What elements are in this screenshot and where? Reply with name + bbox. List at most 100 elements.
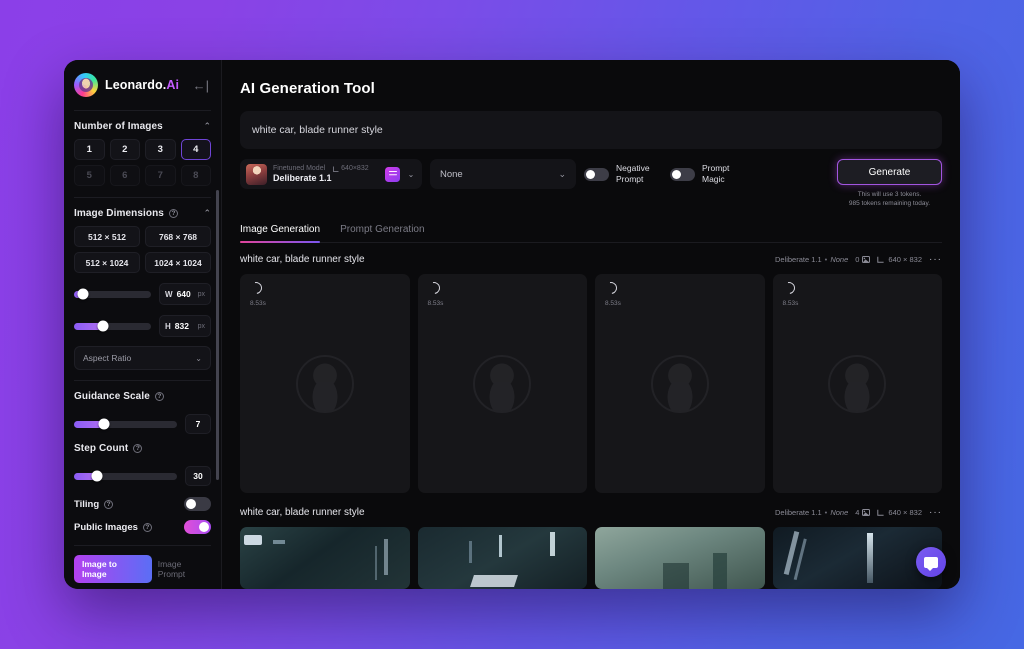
guidance-scale-title: Guidance Scale: [74, 391, 150, 402]
result-model-name-2: Deliberate 1.1: [775, 508, 822, 517]
model-meta: Finetuned Model 640×832 Deliberate 1.1: [273, 165, 369, 183]
result-thumbnail[interactable]: [240, 527, 410, 589]
collapse-left-icon[interactable]: ←|: [191, 76, 211, 95]
generate-button[interactable]: Generate: [837, 159, 942, 185]
public-images-toggle[interactable]: [184, 520, 211, 534]
tiling-label: Tiling: [74, 499, 99, 510]
guidance-scale-slider[interactable]: [74, 421, 177, 428]
num-images-option-2[interactable]: 2: [110, 139, 141, 160]
step-count-row: 30: [64, 466, 221, 486]
leonardo-watermark-icon: [651, 355, 709, 413]
result-dimensions-text-1: 640 × 832: [888, 255, 922, 264]
result-meta-2: Deliberate 1.1 • None 4 640 × 832 ···: [775, 507, 942, 518]
height-slider-row: H 832 px: [64, 315, 221, 337]
image-dimensions-header[interactable]: Image Dimensions ? ⌃: [64, 198, 221, 226]
preset-select-value: None: [440, 169, 463, 180]
height-value-box[interactable]: H 832 px: [159, 315, 211, 337]
prompt-magic-group: Prompt Magic: [670, 159, 748, 189]
chevron-up-icon[interactable]: ⌃: [203, 209, 211, 218]
width-label: W: [165, 290, 173, 299]
prompt-input[interactable]: white car, blade runner style: [240, 111, 942, 149]
negative-prompt-group: Negative Prompt: [584, 159, 662, 189]
more-options-icon[interactable]: ···: [929, 507, 942, 518]
image-count-icon: [862, 509, 870, 516]
image-dimensions-title: Image Dimensions: [74, 208, 164, 219]
generation-card[interactable]: 8.53s: [418, 274, 588, 493]
num-images-option-3[interactable]: 3: [145, 139, 176, 160]
chevron-down-icon[interactable]: ⌄: [406, 170, 416, 179]
prompt-magic-toggle[interactable]: [670, 168, 695, 181]
width-value-box[interactable]: W 640 px: [159, 283, 211, 305]
dimensions-icon: [333, 166, 339, 172]
prompt-input-value: white car, blade runner style: [252, 124, 383, 136]
model-selector[interactable]: Finetuned Model 640×832 Deliberate 1.1 ⌄: [240, 159, 422, 189]
result-thumbnail[interactable]: [595, 527, 765, 589]
result-meta-1: Deliberate 1.1 • None 0 640 × 832 ···: [775, 254, 942, 265]
result-thumbnail[interactable]: [418, 527, 588, 589]
step-count-title: Step Count: [74, 443, 128, 454]
prompt-magic-label: Prompt Magic: [702, 163, 748, 185]
more-options-icon[interactable]: ···: [929, 254, 942, 265]
number-of-images-header[interactable]: Number of Images ⌃: [64, 111, 221, 139]
help-circle-icon[interactable]: ?: [169, 209, 178, 218]
width-unit: px: [198, 291, 205, 298]
tiling-toggle[interactable]: [184, 497, 211, 511]
generation-card[interactable]: 8.53s: [240, 274, 410, 493]
generation-card[interactable]: 8.53s: [773, 274, 943, 493]
tab-prompt-generation[interactable]: Prompt Generation: [340, 224, 425, 242]
num-images-option-8[interactable]: 8: [181, 165, 212, 186]
dimension-preset-512x512[interactable]: 512 × 512: [74, 226, 140, 247]
result-count-value-2: 4: [855, 508, 859, 517]
tab-image-prompt[interactable]: Image Prompt: [158, 559, 211, 579]
help-circle-icon[interactable]: ?: [104, 500, 113, 509]
dimensions-icon: [877, 509, 885, 516]
public-images-label: Public Images: [74, 522, 138, 533]
tab-image-to-image[interactable]: Image to Image: [74, 555, 152, 583]
image-input-tabs: Image to Image Image Prompt: [64, 546, 221, 583]
card-timer: 8.53s: [605, 300, 621, 307]
loading-spinner-icon: [248, 280, 265, 297]
model-kind-label: Finetuned Model: [273, 165, 325, 172]
leonardo-watermark-icon: [296, 355, 354, 413]
result-header-1: white car, blade runner style Deliberate…: [240, 254, 942, 265]
generation-card[interactable]: 8.53s: [595, 274, 765, 493]
step-count-value[interactable]: 30: [185, 466, 211, 486]
result-model-1: Deliberate 1.1 • None: [775, 255, 848, 264]
app-window: Leonardo.Ai ←| Number of Images ⌃ 1 2 3 …: [64, 60, 960, 589]
sidebar-scrollbar[interactable]: [216, 190, 219, 480]
width-slider[interactable]: [74, 291, 151, 298]
step-count-slider[interactable]: [74, 473, 177, 480]
page-title: AI Generation Tool: [222, 60, 960, 97]
result-prompt-1: white car, blade runner style: [240, 254, 365, 265]
brand-name-suffix: Ai: [166, 78, 179, 92]
model-dimensions: 640×832: [333, 165, 368, 172]
generate-note-line1: This will use 3 tokens.: [849, 190, 930, 199]
num-images-option-6[interactable]: 6: [110, 165, 141, 186]
height-slider[interactable]: [74, 323, 151, 330]
help-circle-icon[interactable]: ?: [143, 523, 152, 532]
chat-bubble-icon[interactable]: [916, 547, 946, 577]
chevron-down-icon: ⌄: [195, 354, 202, 363]
height-unit: px: [198, 323, 205, 330]
brand-name-text: Leonardo.: [105, 78, 166, 92]
num-images-option-1[interactable]: 1: [74, 139, 105, 160]
help-circle-icon[interactable]: ?: [155, 392, 164, 401]
chevron-up-icon[interactable]: ⌃: [203, 122, 211, 131]
guidance-scale-value[interactable]: 7: [185, 414, 211, 434]
dimension-preset-1024x1024[interactable]: 1024 × 1024: [145, 252, 211, 273]
preset-select[interactable]: None ⌄: [430, 159, 576, 189]
dimension-preset-512x1024[interactable]: 512 × 1024: [74, 252, 140, 273]
tab-image-generation[interactable]: Image Generation: [240, 224, 320, 242]
aspect-ratio-select[interactable]: Aspect Ratio ⌄: [74, 346, 211, 370]
num-images-option-7[interactable]: 7: [145, 165, 176, 186]
num-images-option-5[interactable]: 5: [74, 165, 105, 186]
generation-cards-row: 8.53s 8.53s 8.53s 8.53s: [240, 274, 942, 493]
model-name: Deliberate 1.1: [273, 173, 369, 183]
number-of-images-grid-row2: 5 6 7 8: [64, 165, 221, 186]
dimension-preset-768x768[interactable]: 768 × 768: [145, 226, 211, 247]
brand-row: Leonardo.Ai ←|: [64, 60, 221, 110]
num-images-option-4[interactable]: 4: [181, 139, 212, 160]
negative-prompt-toggle[interactable]: [584, 168, 609, 181]
help-circle-icon[interactable]: ?: [133, 444, 142, 453]
number-of-images-grid-row1: 1 2 3 4: [64, 139, 221, 160]
